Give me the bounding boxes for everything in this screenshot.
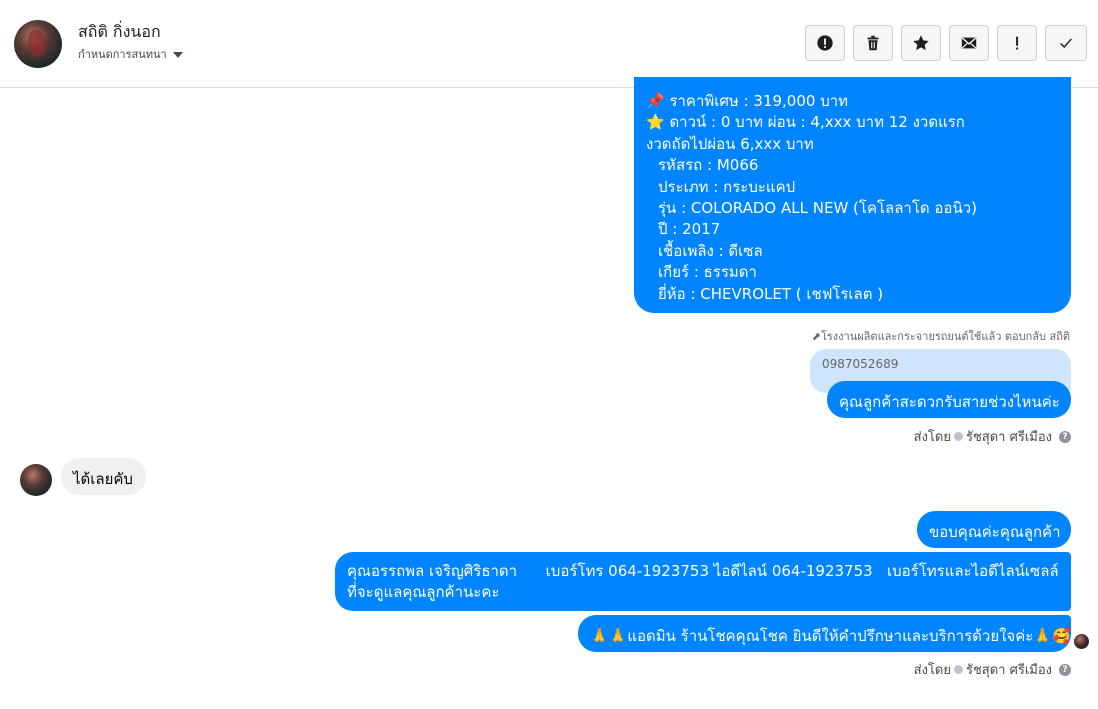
listing-down-payment: ⭐ ดาวน์ : 0 บาท ผ่อน : 4,xxx บาท 12 งวดแ…: [646, 113, 965, 132]
exclamation-icon: [1016, 36, 1019, 50]
sent-by-info-2: ส่งโดย รัชสุดา ศรีเมือง ?: [914, 659, 1071, 680]
seen-avatar: [1074, 634, 1089, 649]
verified-icon: [953, 432, 963, 441]
listing-car-code: รหัสรถ : M066: [658, 156, 759, 175]
listing-car-model: รุ่น : COLORADO ALL NEW (โคโลลาโด ออนิว): [658, 199, 977, 218]
sent-by-info: ส่งโดย รัชสุดา ศรีเมือง ?: [914, 426, 1071, 447]
contact-avatar[interactable]: [14, 20, 62, 68]
caret-down-icon: [172, 52, 183, 58]
conversation-settings-label: กำหนดการสนทนา: [78, 48, 167, 61]
message-thanks[interactable]: ขอบคุณค่ะคุณลูกค้า: [917, 511, 1071, 548]
important-button[interactable]: [997, 25, 1037, 61]
incoming-message[interactable]: ได้เลยคับ: [61, 458, 146, 495]
help-icon[interactable]: ?: [1059, 430, 1071, 443]
listing-car-type: ประเภท : กระบะแคป: [658, 177, 796, 196]
sent-by-name-2[interactable]: รัชสุดา ศรีเมือง: [966, 659, 1052, 680]
done-button[interactable]: [1045, 25, 1087, 61]
star-button[interactable]: [901, 25, 941, 61]
listing-next-installment: งวดถัดไปผ่อน 6,xxx บาท: [646, 134, 814, 153]
message-admin[interactable]: 🙏🙏แอดมิน ร้านโชคคุณโชค ยินดีให้คำปรึกษาแ…: [578, 615, 1071, 652]
envelope-icon: [961, 37, 977, 49]
listing-gear: เกียร์ : ธรรมดา: [658, 263, 757, 282]
listing-fuel: เชื้อเพลิง : ดีเซล: [658, 241, 763, 260]
trash-icon: [867, 35, 879, 51]
car-listing-message[interactable]: 📌 ราคาพิเศษ : 319,000 บาท ⭐ ดาวน์ : 0 บา…: [634, 77, 1071, 313]
listing-price: 📌 ราคาพิเศษ : 319,000 บาท: [646, 92, 849, 110]
listing-brand: ยี่ห้อ : CHEVROLET ( เชฟโรเลต ): [658, 284, 884, 303]
message-thread[interactable]: 📌 ราคาพิเศษ : 319,000 บาท ⭐ ดาวน์ : 0 บา…: [0, 77, 1098, 709]
sent-by-name[interactable]: รัชสุดา ศรีเมือง: [966, 426, 1052, 447]
help-icon[interactable]: ?: [1059, 663, 1071, 676]
message-contact-info[interactable]: คุณอรรถพล เจริญศิริธาดา เบอร์โทร 064-192…: [335, 552, 1071, 611]
sent-by-prefix: ส่งโดย: [913, 430, 951, 445]
report-button[interactable]: [805, 25, 845, 61]
alert-circle-icon: [817, 35, 833, 51]
star-icon: [913, 35, 929, 51]
conversation-header: สถิติ กิ่งนอก กำหนดการสนทนา: [0, 0, 1098, 88]
listing-car-year: ปี : 2017: [658, 220, 721, 239]
delete-button[interactable]: [853, 25, 893, 61]
reply-note: ⬈โรงงานผลิตและกระจายรถยนต์ใช้แล้ว ตอบกลั…: [811, 330, 1070, 343]
sender-avatar[interactable]: [20, 464, 52, 496]
mark-unread-button[interactable]: [949, 25, 989, 61]
sent-by-prefix-2: ส่งโดย: [913, 663, 951, 678]
contact-name[interactable]: สถิติ กิ่งนอก: [78, 20, 161, 45]
message-ask-time[interactable]: คุณลูกค้าสะดวกรับสายช่วงไหนค่ะ: [827, 381, 1071, 418]
check-icon: [1060, 38, 1072, 49]
conversation-settings-dropdown[interactable]: กำหนดการสนทนา: [78, 45, 183, 63]
verified-icon: [953, 665, 963, 674]
